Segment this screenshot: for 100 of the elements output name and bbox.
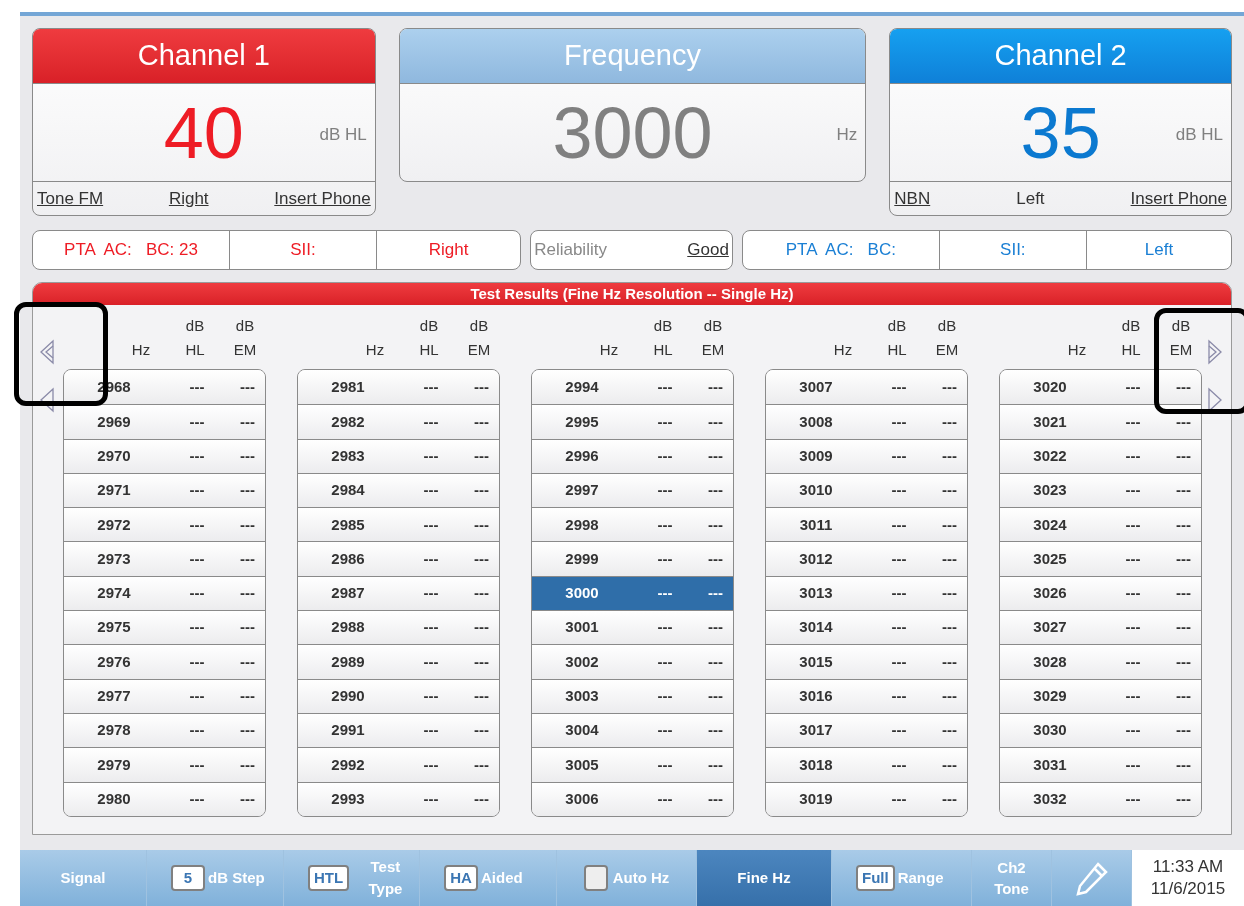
result-row[interactable]: 2981 --- --- [298,370,499,405]
summary-cell-text: PTA AC: BC: 23 [63,239,199,262]
result-row[interactable]: 3028 --- --- [1000,644,1201,679]
option-link[interactable]: Insert Phone [274,185,371,212]
result-row[interactable]: 3002 --- --- [532,644,733,679]
unit-label: Hz [836,124,858,146]
result-row[interactable]: 3008 --- --- [766,404,967,439]
result-row[interactable]: 3004 --- --- [532,712,733,748]
result-row[interactable]: 2992 --- --- [298,747,499,782]
result-row[interactable]: 3013 --- --- [766,575,967,611]
column-header: dB EM [233,316,257,360]
column-header: Hz [598,340,620,360]
result-row[interactable]: 3026 --- --- [1000,575,1201,611]
toolbar-button[interactable]: Fine Hz [697,850,832,906]
result-row[interactable]: 3025 --- --- [1000,541,1201,576]
result-row[interactable]: 2969 --- --- [64,404,265,439]
result-row[interactable]: 2990 --- --- [298,678,499,713]
back-icon[interactable] [39,387,55,413]
column-header: dB HL [184,316,206,360]
card-title: Channel 1 [33,29,375,84]
result-row[interactable]: 3031 --- --- [1000,747,1201,782]
column-header: dB HL [418,316,440,360]
result-row[interactable]: 2986 --- --- [298,541,499,576]
result-row[interactable]: 3016 --- --- [766,678,967,713]
column-header: dB HL [1120,316,1142,360]
result-row[interactable]: 3030 --- --- [1000,712,1201,748]
result-row[interactable]: 2970 --- --- [64,438,265,473]
unit-label: dB HL [319,124,367,146]
reliability-link[interactable]: Good [687,237,729,263]
result-row[interactable]: 3022 --- --- [1000,438,1201,473]
result-row[interactable]: 2995 --- --- [532,404,733,439]
result-row[interactable]: 2982 --- --- [298,404,499,439]
result-row[interactable]: 2976 --- --- [64,644,265,679]
result-row[interactable]: 3003 --- --- [532,678,733,713]
result-row[interactable]: 2975 --- --- [64,610,265,645]
result-row[interactable]: 2987 --- --- [298,575,499,611]
column-header: Hz [1066,340,1088,360]
result-row[interactable]: 3018 --- --- [766,747,967,782]
option-link[interactable]: Tone FM [37,185,104,212]
result-row[interactable]: 3032 --- --- [1000,781,1201,816]
checkbox[interactable] [583,865,608,891]
result-row[interactable]: 2985 --- --- [298,507,499,542]
option-link[interactable]: Insert Phone [1130,185,1227,212]
result-row[interactable]: 3029 --- --- [1000,678,1201,713]
result-row[interactable]: 3006 --- --- [532,781,733,816]
result-row[interactable]: 3015 --- --- [766,644,967,679]
option-link[interactable]: NBN [894,185,931,212]
result-row[interactable]: 3021 --- --- [1000,404,1201,439]
button-label: Auto Hz [612,867,670,888]
result-row[interactable]: 2971 --- --- [64,472,265,508]
result-row[interactable]: 2994 --- --- [532,370,733,405]
option-link[interactable]: Right [168,185,209,212]
reliability-label: Reliability [534,239,607,262]
result-row[interactable]: 3005 --- --- [532,747,733,782]
toolbar-button[interactable]: 5 dB Step [147,850,284,906]
result-row[interactable]: 3014 --- --- [766,610,967,645]
column-header: dB EM [935,316,959,360]
column-header: Hz [364,340,386,360]
result-row[interactable]: 3000 --- --- [532,575,733,611]
result-row[interactable]: 3019 --- --- [766,781,967,816]
column-header: Hz [832,340,854,360]
result-row[interactable]: 3011 --- --- [766,507,967,542]
result-row[interactable]: 3017 --- --- [766,712,967,748]
result-row[interactable]: 3024 --- --- [1000,507,1201,542]
result-row[interactable]: 2988 --- --- [298,610,499,645]
result-row[interactable]: 3001 --- --- [532,610,733,645]
result-row[interactable]: 2998 --- --- [532,507,733,542]
result-row[interactable]: 2999 --- --- [532,541,733,576]
level-value: 40 [163,96,244,169]
result-row[interactable]: 2983 --- --- [298,438,499,473]
result-row[interactable]: 2978 --- --- [64,712,265,748]
card-title: Frequency [399,29,866,84]
result-row[interactable]: 2984 --- --- [298,472,499,508]
result-row[interactable]: 2974 --- --- [64,575,265,611]
clock-date: 11/6/2015 [1150,878,1226,900]
result-row[interactable]: 2997 --- --- [532,472,733,508]
result-row[interactable]: 2973 --- --- [64,541,265,576]
toolbar-button[interactable]: HA Aided [420,850,557,906]
result-row[interactable]: 2977 --- --- [64,678,265,713]
page-forward-icon[interactable] [1207,339,1223,365]
result-row[interactable]: 2993 --- --- [298,781,499,816]
level-value: 3000 [552,96,713,169]
toolbar-button[interactable]: Full Range [832,850,972,906]
result-row[interactable]: 3012 --- --- [766,541,967,576]
result-row[interactable]: 2980 --- --- [64,781,265,816]
result-row[interactable]: 2989 --- --- [298,644,499,679]
result-row[interactable]: 2972 --- --- [64,507,265,542]
result-row[interactable]: 3009 --- --- [766,438,967,473]
pencil-icon [1073,860,1110,896]
result-row[interactable]: 3007 --- --- [766,370,967,405]
result-row[interactable]: 3010 --- --- [766,472,967,508]
result-row[interactable]: 3027 --- --- [1000,610,1201,645]
toolbar-button[interactable]: HTL Test Type [284,850,420,906]
result-row[interactable]: 3020 --- --- [1000,370,1201,405]
result-row[interactable]: 2979 --- --- [64,747,265,782]
result-row[interactable]: 2996 --- --- [532,438,733,473]
result-row[interactable]: 2991 --- --- [298,712,499,748]
page-back-icon[interactable] [39,339,55,365]
column-header: Hz [130,340,152,360]
result-row[interactable]: 3023 --- --- [1000,472,1201,508]
